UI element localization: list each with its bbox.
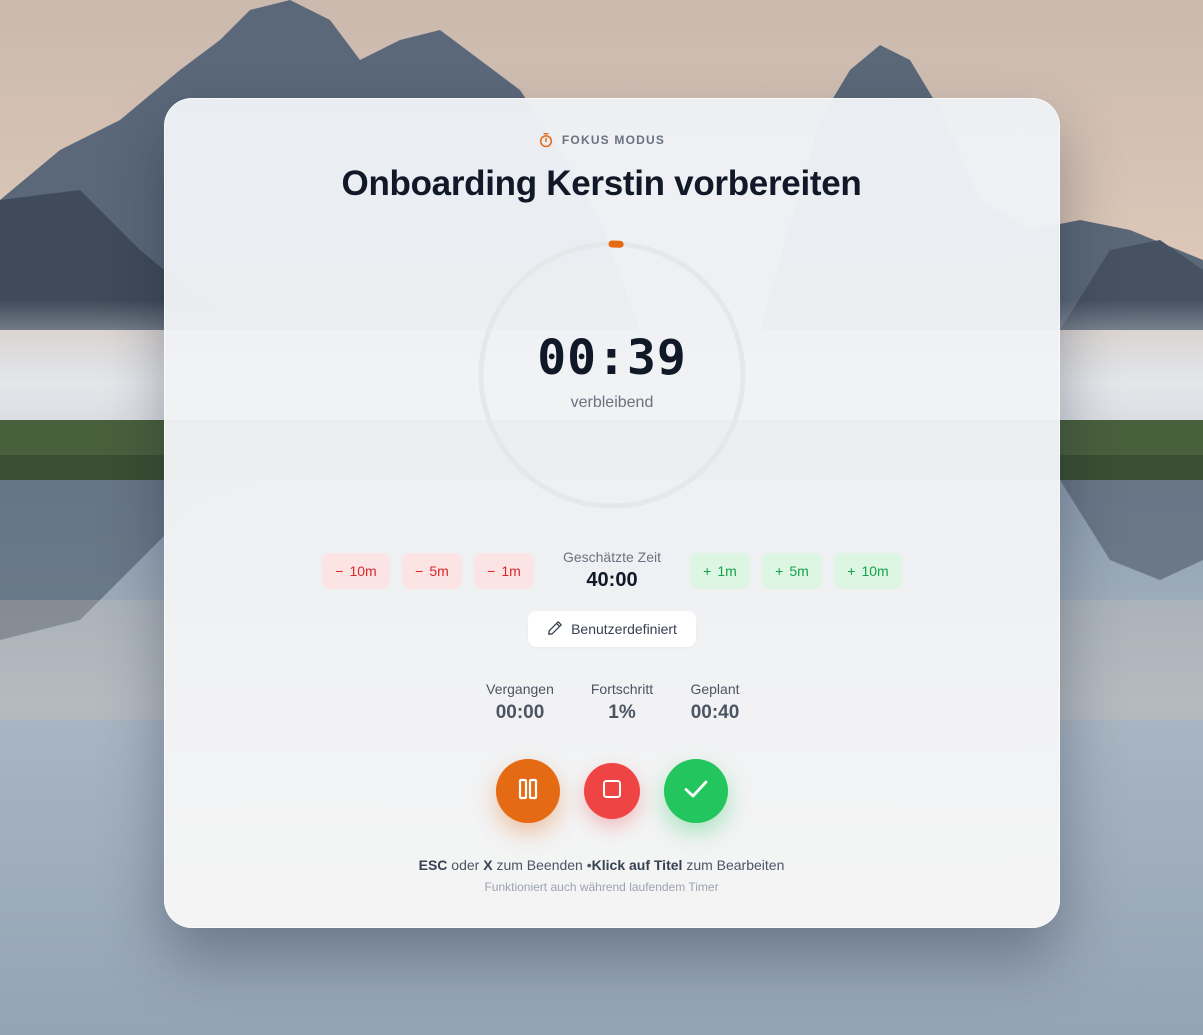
stat-elapsed-label: Vergangen [486, 681, 554, 697]
stop-icon [602, 779, 622, 804]
stat-planned-value: 00:40 [690, 702, 740, 723]
estimated-time: Geschätzte Zeit 40:00 [552, 549, 672, 592]
minus-icon: − [335, 563, 344, 579]
stat-progress-label: Fortschritt [590, 681, 654, 697]
minus-5m-button[interactable]: − 5m [402, 553, 462, 589]
stat-elapsed: Vergangen 00:00 [478, 681, 562, 724]
hint-edit-text: zum Bearbeiten [686, 857, 785, 873]
focus-mode-label: FOKUS MODUS [0, 132, 1203, 148]
plus-10m-button[interactable]: + 10m [834, 553, 902, 589]
minus-icon: − [415, 563, 424, 579]
adjust-label: 5m [789, 563, 809, 579]
hint-end-text: zum Beenden • [496, 857, 592, 873]
check-icon [683, 776, 709, 807]
custom-time-button[interactable]: Benutzerdefiniert [528, 611, 696, 647]
plus-1m-button[interactable]: + 1m [690, 553, 750, 589]
hint-key-esc: ESC [418, 857, 448, 873]
stat-planned: Geplant 00:40 [676, 681, 754, 724]
adjust-label: 1m [501, 563, 521, 579]
stopwatch-icon [538, 132, 554, 148]
task-title[interactable]: Onboarding Kerstin vorbereiten [0, 164, 1203, 204]
stop-button[interactable] [584, 763, 640, 819]
adjust-label: 1m [717, 563, 737, 579]
plus-5m-button[interactable]: + 5m [762, 553, 822, 589]
adjust-label: 5m [429, 563, 449, 579]
complete-button[interactable] [664, 759, 728, 823]
stat-planned-label: Geplant [690, 681, 740, 697]
pause-icon [516, 777, 540, 806]
hint-key-x: X [483, 857, 493, 873]
keyboard-subhint: Funktioniert auch während laufendem Time… [484, 880, 719, 894]
plus-icon: + [847, 563, 856, 579]
focus-mode-text: FOKUS MODUS [561, 133, 666, 147]
remaining-label: verbleibend [570, 394, 654, 411]
remaining-time: 00:39 [537, 330, 687, 386]
minus-1m-button[interactable]: − 1m [474, 553, 534, 589]
minus-10m-button[interactable]: − 10m [322, 553, 390, 589]
pencil-icon [547, 620, 563, 639]
keyboard-hint: ESC oder X zum Beenden •Klick auf Titel … [0, 857, 1203, 873]
estimated-time-label: Geschätzte Zeit [562, 549, 662, 565]
stat-progress-value: 1% [608, 702, 636, 723]
minus-icon: − [487, 563, 496, 579]
hint-click-title: Klick auf Titel [591, 857, 683, 873]
adjust-label: 10m [349, 563, 377, 579]
pause-button[interactable] [496, 759, 560, 823]
adjust-label: 10m [861, 563, 889, 579]
estimated-time-value: 40:00 [586, 569, 638, 591]
stat-elapsed-value: 00:00 [495, 702, 545, 723]
hint-or: oder [451, 857, 480, 873]
plus-icon: + [775, 563, 784, 579]
plus-icon: + [703, 563, 712, 579]
stat-progress: Fortschritt 1% [580, 681, 664, 724]
custom-time-label: Benutzerdefiniert [571, 621, 677, 637]
